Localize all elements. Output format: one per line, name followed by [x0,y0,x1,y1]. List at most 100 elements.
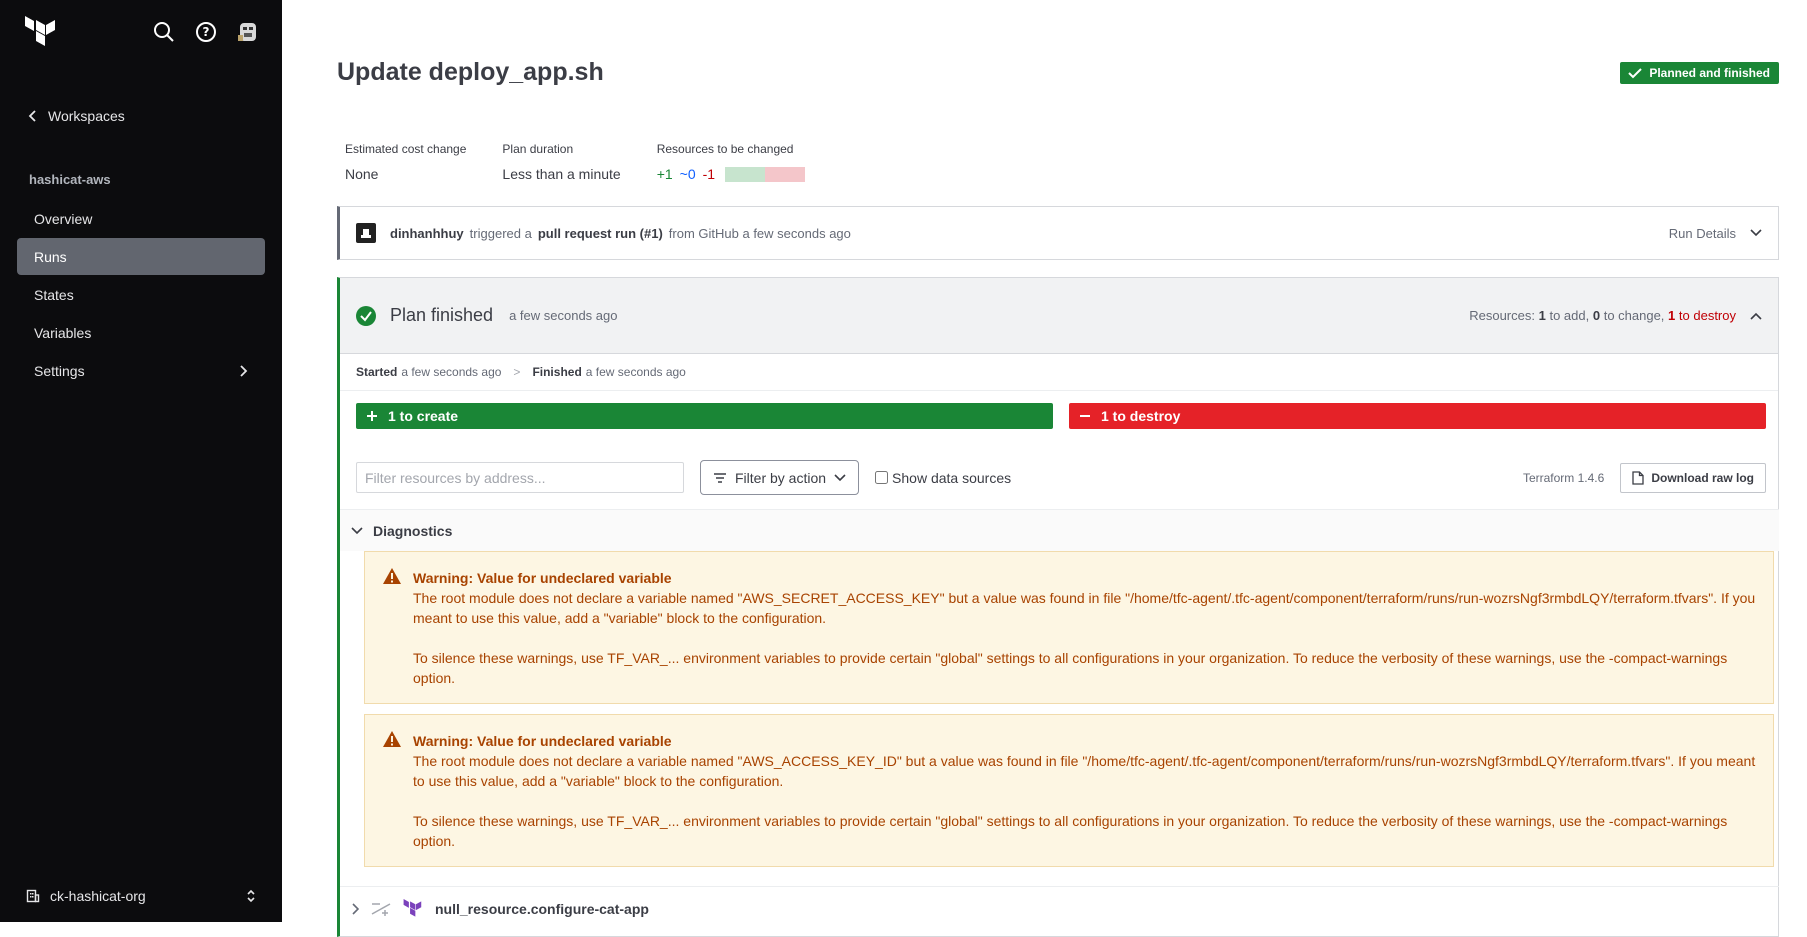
warning-body: The root module does not declare a varia… [413,590,1756,626]
action-bars: 1 to create 1 to destroy [356,403,1766,429]
run-trigger-card: dinhanhhuy triggered a pull request run … [337,206,1779,260]
page-title: Update deploy_app.sh [337,58,604,86]
res-change: 0 [1592,308,1601,323]
chevron-right-icon [240,364,248,377]
show-data-sources[interactable]: Show data sources [875,470,1011,486]
finished-label: Finished [532,365,582,379]
nav-item-settings[interactable]: Settings [17,352,265,389]
resources-change-count: ~0 [679,166,696,182]
status-badge: Planned and finished [1620,62,1779,84]
resource-name: null_resource.configure-cat-app [435,900,649,917]
chevron-up-icon [1750,312,1762,320]
terraform-logo[interactable] [24,16,58,50]
metric-cost: Estimated cost change None [345,142,466,182]
nav-item-overview[interactable]: Overview [17,200,265,237]
warning-icon [383,568,401,584]
resources-destroy-count: -1 [702,166,716,182]
back-link-label: Workspaces [48,108,125,124]
resources-add-count: +1 [656,166,673,182]
to-create-bar[interactable]: 1 to create [356,403,1053,429]
run-details-toggle[interactable]: Run Details [1669,226,1762,241]
nav-item-label: Variables [34,324,92,341]
metric-duration: Plan duration Less than a minute [502,142,620,182]
plan-card: Plan finished a few seconds ago Resource… [337,277,1779,937]
warning-body-2: To silence these warnings, use TF_VAR_..… [413,650,1728,686]
warning-title: Warning: Value for undeclared variable [413,733,672,749]
run-details-label: Run Details [1668,225,1736,241]
trigger-text-1: triggered a [469,225,532,241]
trigger-text-2: from GitHub a few seconds ago [668,225,851,241]
check-icon [1628,68,1643,79]
metric-label: Plan duration [502,142,574,156]
plan-title: Plan finished [390,305,494,325]
back-to-workspaces-link[interactable]: Workspaces [28,108,125,124]
warning-item: Warning: Value for undeclared variable T… [364,714,1774,867]
warning-item: Warning: Value for undeclared variable T… [364,551,1774,704]
plan-header[interactable]: Plan finished a few seconds ago Resource… [340,278,1778,354]
plan-resource-text: Resources: 1 to add, 0 to change, 1 to d… [1469,308,1736,323]
filter-by-action-dropdown[interactable]: Filter by action [700,460,860,495]
terraform-version: Terraform 1.4.6 [1522,470,1605,485]
warning-body: The root module does not declare a varia… [413,753,1756,789]
user-avatar [356,223,376,243]
plan-time: a few seconds ago [509,308,618,323]
search-icon[interactable] [152,20,176,44]
workspace-name: hashicat-aws [29,172,111,187]
diagnostics-toggle[interactable]: Diagnostics [340,509,1779,551]
sidebar: ? Workspaces hashicat-aws Overview Runs … [0,0,282,922]
warning-title: Warning: Value for undeclared variable [413,570,672,586]
building-icon [26,889,40,903]
metric-label: Resources to be changed [656,142,794,156]
nav-item-label: Overview [34,210,93,227]
org-name: ck-hashicat-org [50,888,146,904]
trigger-user[interactable]: dinhanhhuy [390,226,464,241]
res-destroy: 1 [1668,308,1676,323]
chevron-right-icon [352,902,359,915]
chevron-down-icon [351,526,363,534]
nav-item-runs[interactable]: Runs [17,238,265,275]
sidebar-top-icons: ? [152,20,260,44]
started-time: a few seconds ago [401,365,502,379]
chevron-left-icon [28,110,36,122]
res-destroy-text: to destroy [1678,308,1736,323]
status-badge-label: Planned and finished [1649,66,1770,80]
nav-item-states[interactable]: States [17,276,265,313]
plan-timeline: Started a few seconds ago > Finished a f… [340,354,1778,391]
nav-item-label: Runs [34,248,67,265]
nav-item-variables[interactable]: Variables [17,314,265,351]
warning-icon [383,731,401,747]
download-raw-log-button[interactable]: Download raw log [1620,462,1766,493]
res-add: 1 [1538,308,1546,323]
run-metrics: Estimated cost change None Plan duration… [345,142,806,182]
filter-resources-input[interactable] [356,462,684,493]
nav-item-label: Settings [34,362,85,379]
metric-value: None [345,166,379,182]
replace-icon [371,902,391,916]
plus-icon [367,411,377,421]
warning-body-2: To silence these warnings, use TF_VAR_..… [413,813,1728,849]
started-label: Started [356,365,398,379]
filter-by-action-label: Filter by action [735,469,827,486]
resource-row[interactable]: null_resource.configure-cat-app [340,886,1779,930]
svg-text:?: ? [203,25,210,39]
nav-item-label: States [34,286,74,303]
avatar[interactable] [236,20,260,44]
diagnostics-label: Diagnostics [373,522,453,539]
workspace-nav: Overview Runs States Variables Settings [17,200,265,390]
metric-label: Estimated cost change [345,142,467,156]
minus-icon [1080,415,1090,417]
plan-resource-summary[interactable]: Resources: 1 to add, 0 to change, 1 to d… [1469,308,1762,323]
timeline-separator: > [513,365,521,379]
show-data-sources-checkbox[interactable] [875,471,889,484]
trigger-run-type[interactable]: pull request run (#1) [538,226,663,241]
chevron-updown-icon [247,889,255,903]
org-switcher[interactable]: ck-hashicat-org [26,888,256,904]
metric-value: Less than a minute [502,166,621,182]
chevron-down-icon [834,473,846,481]
help-icon[interactable]: ? [194,20,218,44]
to-destroy-label: 1 to destroy [1101,408,1181,424]
to-create-label: 1 to create [388,408,459,424]
trigger-text: dinhanhhuy triggered a pull request run … [356,223,851,243]
to-destroy-bar[interactable]: 1 to destroy [1069,403,1766,429]
filter-icon [714,472,726,483]
